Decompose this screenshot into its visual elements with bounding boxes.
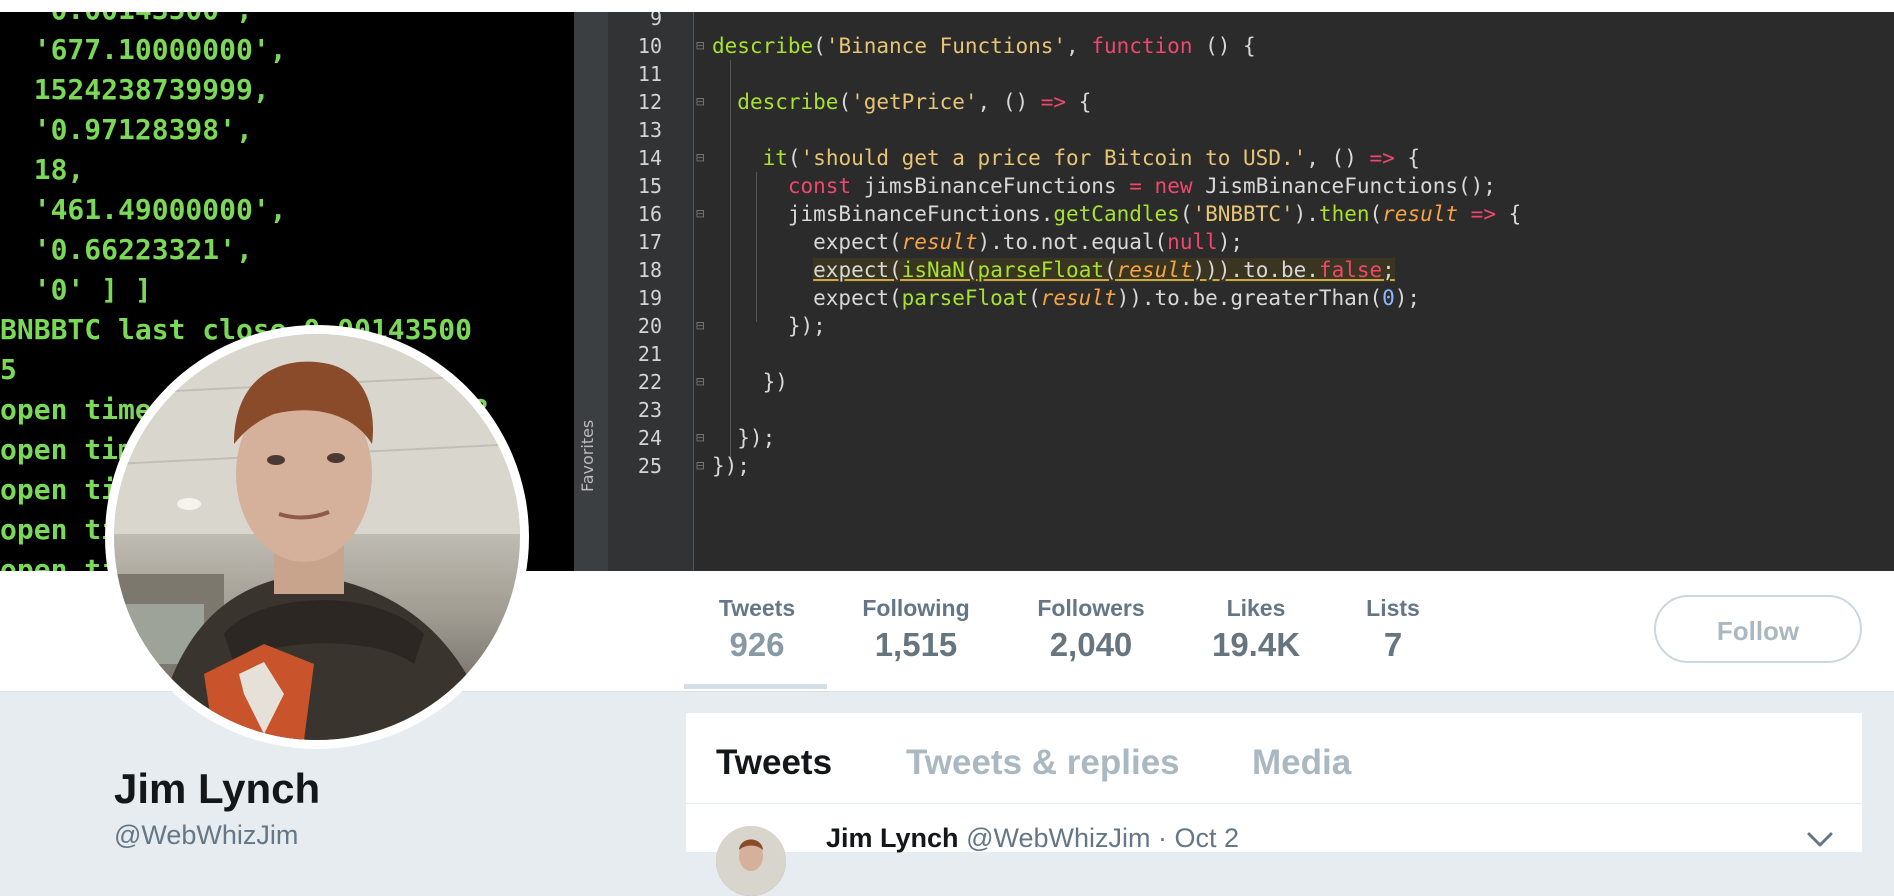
fold-marker-icon[interactable]: ⊟ [696,368,704,396]
tab-media[interactable]: Media [1252,743,1351,783]
code-line: jimsBinanceFunctions.getCandles('BNBBTC'… [712,202,1522,226]
terminal-line: 5 [0,353,17,386]
stat-value: 1,515 [874,626,958,663]
tabs-divider [686,803,1862,804]
line-number: 21 [637,342,662,366]
code-line: describe('Binance Functions', function (… [712,34,1256,58]
line-number: 23 [637,398,662,422]
stat-label: Followers [1037,595,1145,621]
fold-marker-icon[interactable]: ⊟ [696,144,704,172]
profile-avatar[interactable] [105,325,529,749]
top-strip [0,0,1894,12]
stat-followers[interactable]: Followers 2,040 [1032,595,1150,664]
tweets-timeline: Tweets Tweets & replies Media Jim Lynch … [686,713,1862,896]
terminal-line: 1524238739999, [0,73,270,106]
avatar-illustration [114,334,520,740]
tweet-date[interactable]: Oct 2 [1175,823,1240,853]
stat-value: 19.4K [1211,626,1301,663]
stat-value: 7 [1383,626,1403,663]
active-stat-underline [684,684,827,689]
favorites-label: Favorites [578,419,597,492]
line-number: 15 [637,174,662,198]
fold-marker-icon[interactable]: ⊟ [696,200,704,228]
code-line: const jimsBinanceFunctions = new JismBin… [787,174,1496,198]
tweet-author-name[interactable]: Jim Lynch [826,823,959,853]
line-number: 10 [637,34,662,58]
code-line: expect(isNaN(parseFloat(result))).to.be.… [813,258,1395,282]
terminal-line: '461.49000000', [0,193,287,226]
stat-following[interactable]: Following 1,515 [856,595,976,664]
tab-tweets-and-replies[interactable]: Tweets & replies [906,743,1180,783]
tweet-avatar[interactable] [716,826,786,896]
code-line: it('should get a price for Bitcoin to US… [762,146,1421,170]
fold-marker-icon[interactable]: ⊟ [696,88,704,116]
stat-value: 926 [729,626,785,663]
stat-label: Following [862,595,970,621]
line-number: 11 [637,62,662,86]
line-number: 24 [637,426,662,450]
terminal-line: '0' ] ] [0,273,152,306]
line-number: 13 [637,118,662,142]
code-line: expect(parseFloat(result)).to.be.greater… [712,286,1421,310]
stat-likes[interactable]: Likes 19.4K [1206,595,1306,664]
code-line: expect(result).to.not.equal(null); [712,230,1244,254]
stat-value: 2,040 [1049,626,1133,663]
fold-marker-icon[interactable]: ⊟ [696,312,704,340]
line-number: 17 [637,230,662,254]
line-number: 16 [637,202,662,226]
tweet-avatar-illustration [716,826,786,896]
line-number: 12 [637,90,662,114]
follow-button[interactable]: Follow [1654,595,1862,663]
code-editor-panel: Favorites 9 10 11 12 13 14 15 16 17 18 1… [574,12,1894,571]
terminal-line: '0.00143500', [0,12,253,30]
terminal-line: '0.66223321', [0,233,253,266]
line-number: 20 [637,314,662,338]
ide-side-toolbar: Favorites [574,12,609,571]
line-number: 18 [637,258,662,282]
stat-tweets[interactable]: Tweets 926 [714,595,800,664]
line-number: 25 [637,454,662,478]
fold-marker-icon[interactable]: ⊟ [696,452,704,480]
tab-tweets[interactable]: Tweets [716,743,832,783]
profile-handle[interactable]: @WebWhizJim [114,820,298,851]
stat-label: Likes [1226,595,1286,621]
fold-marker-icon[interactable]: ⊟ [696,424,704,452]
profile-name[interactable]: Jim Lynch [114,765,320,813]
line-number: 19 [637,286,662,310]
stat-lists[interactable]: Lists 7 [1362,595,1424,664]
stat-label: Tweets [718,595,796,621]
tweet-author-handle[interactable]: @WebWhizJim [966,823,1150,853]
stat-label: Lists [1366,595,1420,621]
tweet-separator: · [1158,823,1168,853]
code-line: describe('getPrice', () => { [737,90,1092,114]
code-line: }); [712,314,826,338]
code-line: }) [712,370,788,394]
line-number: 22 [637,370,662,394]
code-line: }); [712,454,750,478]
fold-marker-icon[interactable]: ⊟ [696,32,704,60]
gutter-divider [693,12,694,571]
line-number: 14 [637,146,662,170]
terminal-line: '0.97128398', [0,113,253,146]
terminal-line: 18, [0,153,85,186]
code-line: }); [712,426,776,450]
avatar-photo [114,334,520,740]
tweet-header: Jim Lynch @WebWhizJim · Oct 2 [826,823,1239,854]
line-number: 9 [649,12,662,30]
terminal-line: '677.10000000', [0,33,287,66]
chevron-down-icon[interactable] [1806,831,1834,854]
